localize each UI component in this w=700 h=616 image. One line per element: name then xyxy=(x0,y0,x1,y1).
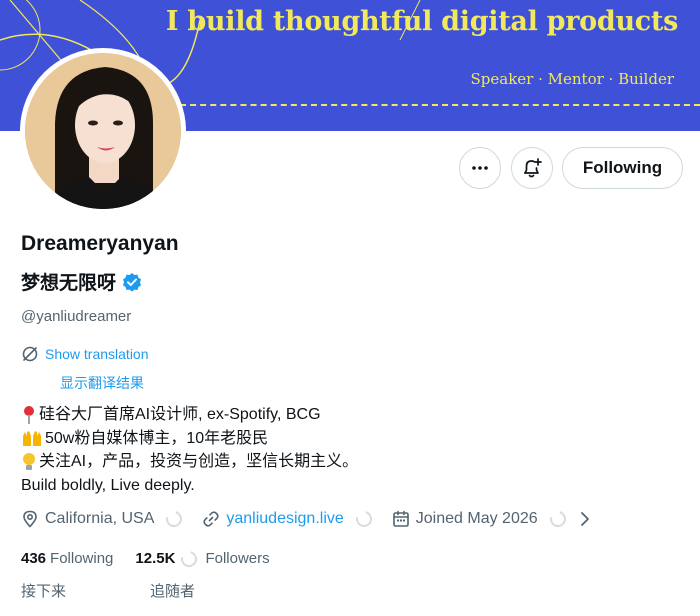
loading-spinner-icon xyxy=(163,508,186,530)
show-translation-row[interactable]: Show translation xyxy=(21,345,149,363)
translate-icon xyxy=(22,346,38,362)
website-link[interactable]: yanliudesign.live xyxy=(226,510,343,528)
profile-stats: 436 Following 12.5K Followers xyxy=(21,547,270,570)
bio-line-3: 关注AI，产品，投资与创造，坚信长期主义。 xyxy=(39,453,359,470)
following-button[interactable]: Following xyxy=(562,147,683,189)
location-pin-icon xyxy=(23,510,37,528)
followers-count: 12.5K xyxy=(135,550,176,567)
following-cn-label: 接下来 xyxy=(21,582,67,600)
location-item: California, USA xyxy=(21,508,186,530)
pin-emoji-icon xyxy=(24,405,34,424)
profile-meta: California, USA yanliudesign.live Joined… xyxy=(21,508,592,530)
loading-spinner-icon xyxy=(546,508,569,530)
avatar[interactable] xyxy=(25,53,181,209)
calendar-icon xyxy=(392,510,409,527)
show-translation-link[interactable]: Show translation xyxy=(45,346,149,362)
notifications-button[interactable] xyxy=(511,147,553,189)
bio-line: 硅谷大厂首席AI设计师, ex-Spotify, BCG xyxy=(21,403,358,427)
bio-line: 50w粉自媒体博主，10年老股民 xyxy=(21,427,358,451)
show-translation-cn: 显示翻译结果 xyxy=(60,376,144,392)
bio-line-2: 50w粉自媒体博主，10年老股民 xyxy=(45,429,269,447)
following-count: 436 xyxy=(21,550,47,567)
cn-name-row: 梦想无限呀 xyxy=(21,268,142,295)
user-handle: @yanliudreamer xyxy=(21,308,132,325)
followers-cn-label: 追随者 xyxy=(150,582,196,600)
banner-title: I build thoughtful digital products xyxy=(165,6,678,37)
bio-line-1: 硅谷大厂首席AI设计师, ex-Spotify, BCG xyxy=(39,406,321,423)
following-stat[interactable]: 436 Following xyxy=(21,550,113,567)
website-item[interactable]: yanliudesign.live xyxy=(202,508,375,530)
bio-line-4: Build boldly, Live deeply. xyxy=(21,476,195,494)
bio-line: 关注AI，产品，投资与创造，坚信长期主义。 xyxy=(21,450,358,474)
raised-hands-emoji-icon xyxy=(23,431,41,447)
link-icon xyxy=(203,511,219,527)
followers-label: Followers xyxy=(205,550,270,567)
chevron-right-icon[interactable] xyxy=(578,510,592,528)
profile-bio: 硅谷大厂首席AI设计师, ex-Spotify, BCG 50w粉自媒体博主，1… xyxy=(21,403,358,497)
joined-item: Joined May 2026 xyxy=(392,508,569,530)
loading-spinner-icon xyxy=(352,508,375,530)
verified-badge-icon[interactable] xyxy=(122,272,142,292)
location-text: California, USA xyxy=(45,510,155,527)
banner-subtitle: Speaker · Mentor · Builder xyxy=(470,70,675,88)
joined-text: Joined May 2026 xyxy=(415,510,538,527)
bell-plus-icon xyxy=(524,158,542,178)
bio-line: Build boldly, Live deeply. xyxy=(21,474,358,498)
avatar-portrait xyxy=(25,53,181,209)
banner-divider xyxy=(180,104,700,106)
loading-spinner-icon xyxy=(178,547,201,570)
followers-stat[interactable]: 12.5K Followers xyxy=(135,547,270,570)
display-name: Dreameryanyan xyxy=(21,232,179,255)
light-bulb-emoji-icon xyxy=(23,452,35,470)
more-options-button[interactable] xyxy=(459,147,501,189)
following-label: Following xyxy=(50,550,114,567)
more-horizontal-icon xyxy=(472,166,488,170)
cn-name: 梦想无限呀 xyxy=(21,272,117,294)
